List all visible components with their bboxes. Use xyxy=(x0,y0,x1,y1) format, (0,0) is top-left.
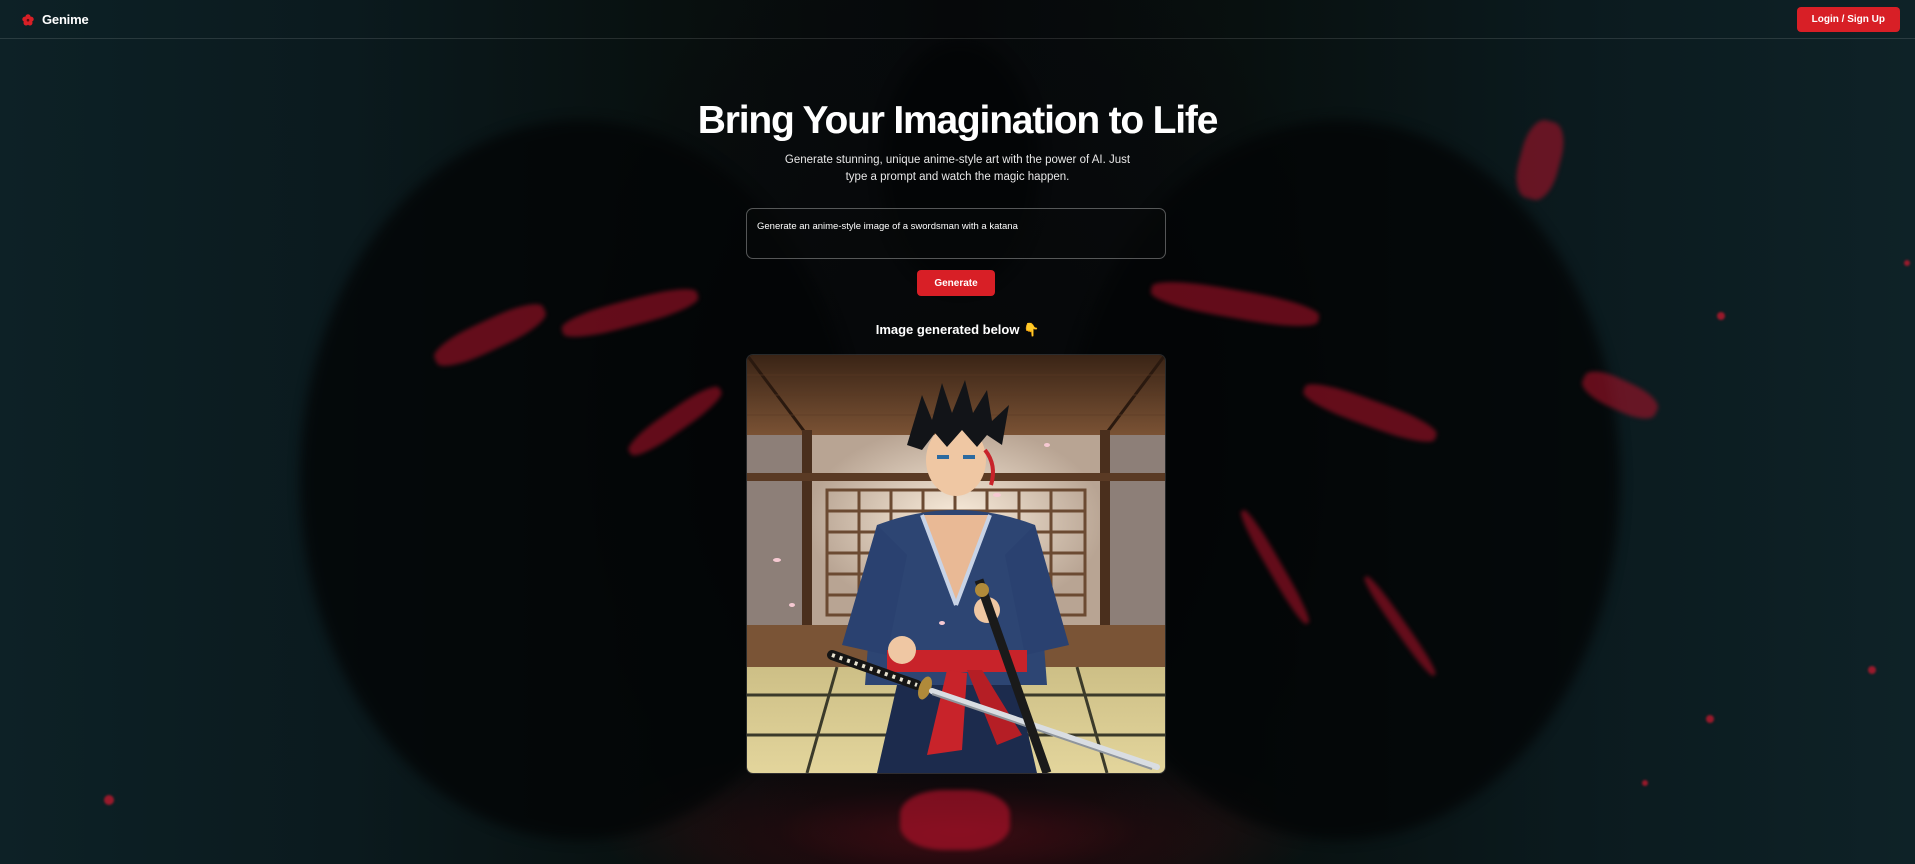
red-flower-logo-icon xyxy=(22,13,34,26)
generated-image-art xyxy=(747,355,1165,773)
top-navigation-bar: Genime Login / Sign Up xyxy=(0,0,1915,39)
generated-image[interactable] xyxy=(747,355,1165,773)
result-label: Image generated below 👇 xyxy=(0,322,1915,338)
page-title: Bring Your Imagination to Life xyxy=(697,99,1219,142)
prompt-field-container: Generate an anime-style image of a sword… xyxy=(746,208,1166,259)
hero-section: Bring Your Imagination to Life Generate … xyxy=(0,95,1915,186)
generate-button[interactable]: Generate xyxy=(917,270,995,296)
result-label-text: Image generated below xyxy=(875,322,1020,337)
login-signup-button[interactable]: Login / Sign Up xyxy=(1796,6,1900,32)
prompt-input[interactable]: Generate an anime-style image of a sword… xyxy=(747,209,1165,258)
pointing-down-icon: 👇 xyxy=(1023,322,1040,337)
brand-name: Genime xyxy=(42,11,89,27)
brand[interactable]: Genime xyxy=(22,11,89,27)
hero-subtitle: Generate stunning, unique anime-style ar… xyxy=(784,154,1131,183)
